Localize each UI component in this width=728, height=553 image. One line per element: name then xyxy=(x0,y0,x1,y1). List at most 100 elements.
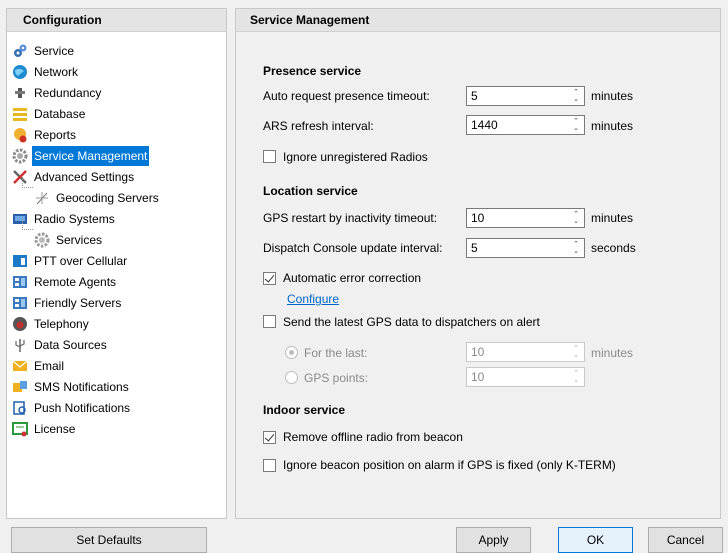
configuration-tree-panel: Configuration Service Network Redundancy… xyxy=(6,8,227,519)
cancel-button[interactable]: Cancel xyxy=(648,527,723,553)
gps-restart-spinbox[interactable]: ⌃⌄ xyxy=(466,208,585,228)
location-section-title: Location service xyxy=(263,184,358,198)
spin-arrows-icon[interactable]: ⌃ ⌄ xyxy=(572,370,580,384)
ignore-beacon-checkbox[interactable] xyxy=(263,459,276,472)
dispatch-input[interactable] xyxy=(471,240,561,256)
tree-item-label: Service Management xyxy=(32,146,150,166)
tree-item-service-management[interactable]: Service Management xyxy=(12,146,150,166)
service-management-header: Service Management xyxy=(236,9,720,32)
send-latest-label: Send the latest GPS data to dispatchers … xyxy=(283,315,540,329)
license-icon xyxy=(12,421,28,437)
spin-arrows-icon[interactable]: ⌃ ⌄ xyxy=(572,241,580,255)
spin-arrows-icon[interactable]: ⌃ ⌄ xyxy=(572,345,580,359)
tree-item-label: Remote Agents xyxy=(34,275,117,289)
tree-item-email[interactable]: Email xyxy=(12,356,66,376)
tree-item-services[interactable]: Services xyxy=(34,230,104,250)
network-icon xyxy=(12,64,28,80)
apply-button[interactable]: Apply xyxy=(456,527,531,553)
friendly-servers-icon xyxy=(12,295,28,311)
auto-request-label: Auto request presence timeout: xyxy=(263,89,430,103)
auto-error-label: Automatic error correction xyxy=(283,271,422,285)
gps-points-radio[interactable] xyxy=(285,371,298,384)
push-icon xyxy=(12,400,28,416)
database-icon xyxy=(12,106,28,122)
tree-item-label: Redundancy xyxy=(34,86,102,100)
remove-offline-checkbox[interactable] xyxy=(263,431,276,444)
ars-unit: minutes xyxy=(591,119,634,133)
dispatch-label: Dispatch Console update interval: xyxy=(263,241,443,255)
tree-item-push-notifications[interactable]: Push Notifications xyxy=(12,398,132,418)
tree-item-label: Advanced Settings xyxy=(34,170,135,184)
tree-item-data-sources[interactable]: Data Sources xyxy=(12,335,109,355)
gps-restart-input[interactable] xyxy=(471,210,561,226)
tree-item-label: Data Sources xyxy=(34,338,107,352)
geocoding-icon xyxy=(34,190,50,206)
for-last-unit: minutes xyxy=(591,346,634,360)
tree-item-network[interactable]: Network xyxy=(12,62,80,82)
tree-item-label: Telephony xyxy=(34,317,89,331)
gear-icon xyxy=(12,148,28,164)
tree-item-remote-agents[interactable]: Remote Agents xyxy=(12,272,118,292)
ok-button[interactable]: OK xyxy=(558,527,633,553)
tree-item-label: License xyxy=(34,422,76,436)
email-icon xyxy=(12,358,28,374)
tree-item-label: Friendly Servers xyxy=(34,296,122,310)
gps-points-input[interactable] xyxy=(471,369,561,385)
auto-error-checkbox[interactable] xyxy=(263,272,276,285)
tree-item-sms-notifications[interactable]: SMS Notifications xyxy=(12,377,131,397)
tree-item-database[interactable]: Database xyxy=(12,104,87,124)
tree-item-ptt-over-cellular[interactable]: PTT over Cellular xyxy=(12,251,129,271)
remote-agents-icon xyxy=(12,274,28,290)
tree-item-label: Push Notifications xyxy=(34,401,131,415)
for-last-input[interactable] xyxy=(471,344,561,360)
ars-input[interactable] xyxy=(471,117,561,133)
tree-item-label: Service xyxy=(34,44,75,58)
tree-item-label: Geocoding Servers xyxy=(56,191,159,205)
ars-label: ARS refresh interval: xyxy=(263,119,374,133)
send-latest-checkbox[interactable] xyxy=(263,315,276,328)
ignore-unregistered-label: Ignore unregistered Radios xyxy=(283,150,428,164)
gps-restart-label: GPS restart by inactivity timeout: xyxy=(263,211,438,225)
gear-icon xyxy=(34,232,50,248)
redundancy-icon xyxy=(12,85,28,101)
for-last-spinbox[interactable]: ⌃⌄ xyxy=(466,342,585,362)
telephone-icon xyxy=(12,316,28,332)
spin-arrows-icon[interactable]: ⌃ ⌄ xyxy=(572,118,580,132)
tree-item-license[interactable]: License xyxy=(12,419,77,439)
sms-icon xyxy=(12,379,28,395)
dispatch-spinbox[interactable]: ⌃⌄ xyxy=(466,238,585,258)
configuration-header: Configuration xyxy=(7,9,226,32)
auto-request-input[interactable] xyxy=(471,88,561,104)
for-last-radio[interactable] xyxy=(285,346,298,359)
service-icon xyxy=(12,43,28,59)
tree-item-friendly-servers[interactable]: Friendly Servers xyxy=(12,293,123,313)
auto-request-unit: minutes xyxy=(591,89,634,103)
tree-item-redundancy[interactable]: Redundancy xyxy=(12,83,103,103)
tree-item-service[interactable]: Service xyxy=(12,41,76,61)
data-sources-icon xyxy=(12,337,28,353)
tree-item-label: Database xyxy=(34,107,86,121)
ignore-beacon-label: Ignore beacon position on alarm if GPS i… xyxy=(283,458,616,472)
for-last-label: For the last: xyxy=(304,346,368,360)
gps-points-spinbox[interactable]: ⌃⌄ xyxy=(466,367,585,387)
gps-restart-unit: minutes xyxy=(591,211,634,225)
tree-item-telephony[interactable]: Telephony xyxy=(12,314,91,334)
tree-item-reports[interactable]: Reports xyxy=(12,125,78,145)
remove-offline-label: Remove offline radio from beacon xyxy=(283,430,463,444)
set-defaults-button[interactable]: Set Defaults xyxy=(11,527,207,553)
gps-points-label: GPS points: xyxy=(304,371,369,385)
ars-spinbox[interactable]: ⌃⌄ xyxy=(466,115,585,135)
spin-arrows-icon[interactable]: ⌃ ⌄ xyxy=(572,89,580,103)
reports-icon xyxy=(12,127,28,143)
tree-item-label: Radio Systems xyxy=(34,212,115,226)
ignore-unregistered-checkbox[interactable] xyxy=(263,150,276,163)
spin-arrows-icon[interactable]: ⌃ ⌄ xyxy=(572,211,580,225)
tree-item-label: Email xyxy=(34,359,65,373)
tree-item-label: Reports xyxy=(34,128,77,142)
configure-link[interactable]: Configure xyxy=(287,292,339,306)
tree-item-label: PTT over Cellular xyxy=(34,254,128,268)
tree-item-geocoding-servers[interactable]: Geocoding Servers xyxy=(34,188,161,208)
service-management-panel: Service Management Presence service Auto… xyxy=(235,8,721,519)
tree-connector xyxy=(22,177,33,188)
auto-request-spinbox[interactable]: ⌃⌄ xyxy=(466,86,585,106)
